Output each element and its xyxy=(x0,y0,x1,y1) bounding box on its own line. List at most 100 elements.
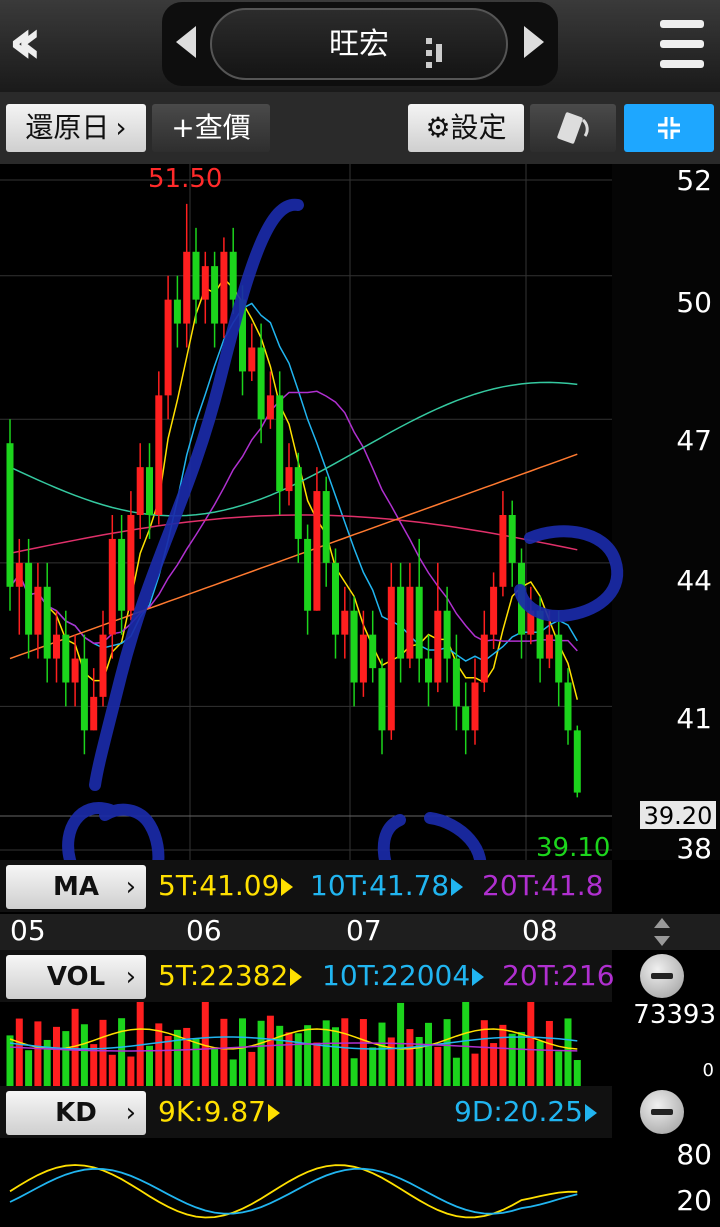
volume-bar xyxy=(192,1038,200,1087)
remove-vol-button[interactable] xyxy=(640,954,684,998)
gear-icon: ⚙ xyxy=(425,111,451,144)
volume-bar xyxy=(183,1027,191,1087)
candle-body xyxy=(443,610,451,659)
volume-bar xyxy=(397,1002,405,1087)
candle-body xyxy=(508,515,516,563)
volume-bar xyxy=(359,1019,367,1087)
arrow-icon xyxy=(281,878,294,896)
volume-bar xyxy=(15,1018,23,1087)
chevron-right-icon: › xyxy=(115,111,127,144)
volume-bar xyxy=(211,1048,219,1087)
candle-body xyxy=(452,658,460,707)
volume-bar xyxy=(406,1029,414,1087)
volume-bar xyxy=(99,1019,107,1087)
candle-body xyxy=(490,586,498,635)
volume-bar xyxy=(201,1001,209,1087)
volume-bar xyxy=(313,1042,321,1087)
volume-bar xyxy=(229,1059,237,1087)
candle-body xyxy=(164,299,172,396)
ma5-value: 5T:41.09 xyxy=(158,866,294,906)
rotate-button[interactable] xyxy=(530,104,616,152)
price-tick-44: 44 xyxy=(676,564,712,597)
query-button[interactable]: +查價 xyxy=(152,104,270,152)
stock-title-box[interactable]: 旺宏 xyxy=(210,8,508,80)
candle-body xyxy=(378,668,386,731)
prev-stock-icon[interactable] xyxy=(176,26,196,58)
volume-bar xyxy=(350,1058,358,1087)
arrow-icon xyxy=(267,1104,280,1122)
candle-body xyxy=(146,467,153,515)
candle-body xyxy=(99,634,107,697)
candle-body xyxy=(397,586,405,659)
volume-bar xyxy=(53,1026,60,1087)
candle-body xyxy=(229,251,237,300)
candle-body xyxy=(480,634,488,683)
remove-kd-button[interactable] xyxy=(640,1090,684,1134)
vol10-value: 10T:22004 xyxy=(322,956,485,996)
candle-body xyxy=(434,610,442,683)
volume-bar xyxy=(378,1022,386,1087)
next-stock-icon[interactable] xyxy=(524,26,544,58)
vol5-value: 5T:22382 xyxy=(158,956,303,996)
collapse-icon xyxy=(658,117,680,139)
kd-lower: 20 xyxy=(676,1184,712,1217)
chart-area[interactable]: 51.50 39.10 39.20 52 50 47 44 41 38 MA › … xyxy=(0,164,720,1227)
vol-button[interactable]: VOL › xyxy=(6,955,146,999)
kd-button[interactable]: KD › xyxy=(6,1091,146,1135)
candle-body xyxy=(127,515,135,611)
volume-bar xyxy=(508,1033,516,1087)
stock-title-pill: 旺宏 xyxy=(162,2,558,86)
stock-name: 旺宏 xyxy=(329,27,389,62)
candle-body xyxy=(304,538,312,611)
candle-body xyxy=(155,395,163,515)
volume-bar xyxy=(564,1018,572,1087)
candle-body xyxy=(406,586,414,659)
split-icon[interactable] xyxy=(426,38,444,68)
arrow-icon xyxy=(290,968,303,986)
candle-body xyxy=(313,491,321,611)
candle-body xyxy=(564,682,572,731)
menu-icon[interactable] xyxy=(660,20,704,68)
volume-bar xyxy=(518,1031,525,1087)
resize-icon[interactable] xyxy=(650,916,674,948)
d-value: 9D:20.25 xyxy=(454,1092,597,1132)
settings-button[interactable]: ⚙設定 xyxy=(408,104,524,152)
volume-bar xyxy=(341,1018,349,1087)
candle-body xyxy=(80,658,88,731)
volume-bar xyxy=(127,1056,135,1087)
candle-body xyxy=(15,562,23,587)
arrow-icon xyxy=(472,968,485,986)
price-tick-41: 41 xyxy=(676,702,712,735)
volume-bar xyxy=(499,1024,507,1087)
candle-body xyxy=(201,266,209,300)
candle-body xyxy=(499,515,507,587)
candle-body xyxy=(173,299,181,324)
price-panel xyxy=(0,164,612,860)
candle-body xyxy=(573,730,581,793)
volume-bar xyxy=(555,1051,563,1087)
kd-label: KD xyxy=(55,1098,97,1128)
toolbar: 還原日 › +查價 ⚙設定 xyxy=(0,92,720,164)
candle-body xyxy=(71,658,79,683)
candle-body xyxy=(34,586,42,635)
ma-button[interactable]: MA › xyxy=(6,865,146,909)
kd-upper: 80 xyxy=(676,1138,712,1171)
back-icon[interactable]: ‹‹ xyxy=(8,10,72,74)
candle-body xyxy=(90,696,98,731)
volume-bar xyxy=(527,1001,535,1087)
fullscreen-button[interactable] xyxy=(624,104,714,152)
restore-button[interactable]: 還原日 › xyxy=(6,104,146,152)
candle-body xyxy=(276,395,284,492)
arrow-icon xyxy=(451,878,464,896)
volume-bar xyxy=(173,1029,181,1087)
volume-bar xyxy=(294,1033,302,1087)
ma-bar: MA › 5T:41.09 10T:41.78 20T:41.8 xyxy=(0,860,612,912)
ma-label: MA xyxy=(53,872,99,902)
candle-body xyxy=(266,395,274,420)
high-annotation: 51.50 xyxy=(148,164,222,194)
volume-bar xyxy=(443,1019,451,1087)
rotate-icon xyxy=(557,112,589,144)
candle-body xyxy=(415,586,423,659)
app-header: ‹‹ 旺宏 xyxy=(0,0,720,92)
volume-bar xyxy=(332,1027,339,1087)
